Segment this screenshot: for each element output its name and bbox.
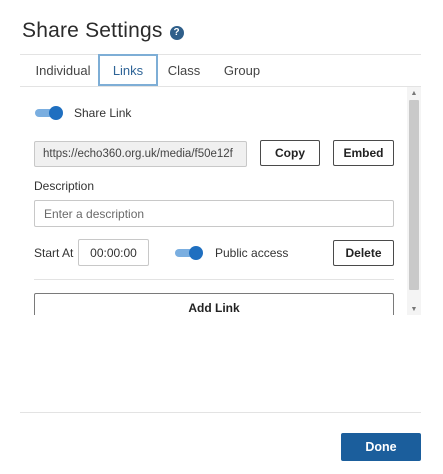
footer-divider xyxy=(20,412,421,413)
delete-button[interactable]: Delete xyxy=(333,240,394,266)
start-at-input[interactable] xyxy=(78,239,149,266)
description-label: Description xyxy=(34,179,95,193)
share-link-label: Share Link xyxy=(74,106,132,120)
add-link-button[interactable]: Add Link xyxy=(34,293,394,315)
copy-button[interactable]: Copy xyxy=(260,140,320,166)
start-at-label: Start At xyxy=(34,246,74,260)
panel-divider xyxy=(34,279,394,280)
modal-title: Share Settings xyxy=(22,19,163,42)
public-access-label: Public access xyxy=(215,246,289,260)
tab-bar: Individual Links Class Group xyxy=(20,54,421,86)
share-settings-modal: Share Settings ? Individual Links Class … xyxy=(0,0,443,474)
embed-button[interactable]: Embed xyxy=(333,140,394,166)
done-button[interactable]: Done xyxy=(341,433,421,461)
public-access-toggle[interactable] xyxy=(175,246,203,260)
panel-scrollbar[interactable]: ▲ ▼ xyxy=(407,87,421,315)
scroll-thumb[interactable] xyxy=(409,100,419,290)
tab-links[interactable]: Links xyxy=(98,54,158,86)
share-link-toggle[interactable] xyxy=(35,106,63,120)
modal-header: Share Settings ? xyxy=(22,16,184,46)
links-panel: Share Link https://echo360.org.uk/media/… xyxy=(20,87,421,315)
description-input[interactable] xyxy=(34,200,394,227)
share-url-field[interactable]: https://echo360.org.uk/media/f50e12f xyxy=(34,141,247,167)
tab-individual[interactable]: Individual xyxy=(28,54,98,86)
scroll-up-icon[interactable]: ▲ xyxy=(407,87,421,99)
help-icon[interactable]: ? xyxy=(169,25,184,40)
toggle-knob xyxy=(49,106,63,120)
tab-class[interactable]: Class xyxy=(164,54,204,86)
tab-group[interactable]: Group xyxy=(219,54,265,86)
scroll-down-icon[interactable]: ▼ xyxy=(407,303,421,315)
toggle-knob xyxy=(189,246,203,260)
